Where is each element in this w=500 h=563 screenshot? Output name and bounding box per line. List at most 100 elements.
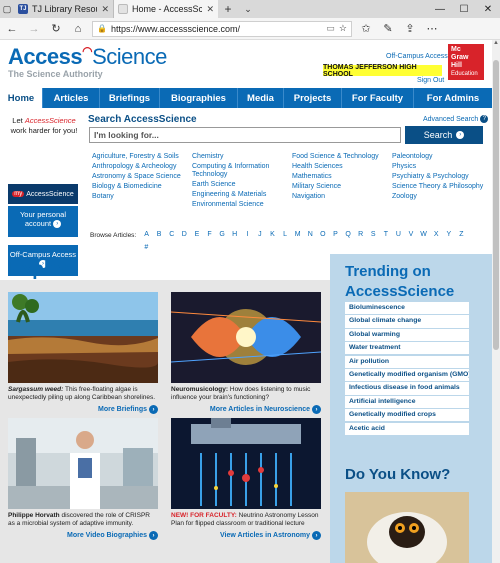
tab-list-chevron-icon[interactable]: ⌄ [238,0,258,18]
subject-link[interactable]: Environmental Science [192,201,292,209]
maximize-icon[interactable]: ☐ [452,0,476,18]
nav-briefings[interactable]: Briefings [100,88,160,108]
horvath-lab-image[interactable] [8,418,158,509]
subject-link[interactable]: Food Science & Technology [292,153,392,161]
scroll-up-icon[interactable]: ▲ [492,40,500,50]
back-icon[interactable]: ← [4,21,20,37]
accessscience-logo[interactable]: Access◠Science [8,44,167,70]
subject-link[interactable]: Mathematics [292,173,392,181]
subject-link[interactable]: Agriculture, Forestry & Soils [92,153,192,161]
personal-account-button[interactable]: Your personal account › [8,206,78,237]
browse-letter-n[interactable]: N [304,230,317,240]
home-icon[interactable]: ⌂ [70,21,86,37]
trending-item[interactable]: Global warming [345,328,469,343]
neuromusicology-image[interactable] [171,292,321,383]
browse-letter-c[interactable]: C [165,230,178,240]
subject-link[interactable]: Physics [392,163,490,171]
browse-letter-i[interactable]: I [241,230,254,240]
lemur-image[interactable] [345,492,469,563]
subject-link[interactable]: Health Sciences [292,163,392,171]
browse-letter-j[interactable]: J [254,230,267,240]
browse-letter-b[interactable]: B [153,230,166,240]
nav-home[interactable]: Home [0,88,43,108]
address-bar[interactable]: 🔒 https://www.accessscience.com/ ▭ ☆ [92,20,352,37]
close-tab-icon[interactable]: ✕ [206,4,214,15]
browse-letter-x[interactable]: X [430,230,443,240]
more-briefings-link[interactable]: More Briefings › [8,405,158,414]
browse-letter-q[interactable]: Q [342,230,355,240]
subject-link[interactable]: Astronomy & Space Science [92,173,192,181]
browse-letter-h[interactable]: H [228,230,241,240]
trending-item[interactable]: Infectious disease in food animals [345,382,469,396]
search-input[interactable] [89,127,401,143]
more-options-icon[interactable]: ⋯ [424,21,440,37]
subject-link[interactable]: Botany [92,193,192,201]
nav-media[interactable]: Media [238,88,284,108]
neutrino-observatory-image[interactable] [171,418,321,509]
advanced-search-link[interactable]: Advanced Search ? [423,115,489,123]
trending-item[interactable]: Genetically modified crops [345,409,469,423]
share-icon[interactable]: ⇪ [402,21,418,37]
url-text[interactable]: https://www.accessscience.com/ [111,24,322,34]
browse-letter-s[interactable]: S [367,230,380,240]
new-tab-button[interactable]: + [218,0,238,18]
trending-item[interactable]: Air pollution [345,355,469,369]
mcgraw-hill-logo[interactable]: Mc Graw Hill Education [448,44,484,80]
browse-letter-w[interactable]: W [417,230,430,240]
browse-letter-p[interactable]: P [329,230,342,240]
trending-item[interactable]: Acetic acid [345,422,469,436]
trending-item[interactable]: Water treatment [345,342,469,356]
help-icon[interactable]: ? [480,115,489,123]
subject-link[interactable]: Science Theory & Philosophy [392,183,490,191]
browse-letter-r[interactable]: R [354,230,367,240]
subject-link[interactable]: Chemistry [192,153,292,161]
trending-item[interactable]: Bioluminescence [345,302,469,316]
subject-link[interactable]: Anthropology & Archeology [92,163,192,171]
nav-biographies[interactable]: Biographies [160,88,238,108]
browser-tab-library[interactable]: TJ TJ Library Resources - Elour ✕ [14,0,114,18]
subject-link[interactable]: Engineering & Materials [192,191,292,199]
search-button[interactable]: Search › [405,126,483,144]
browse-letter-z[interactable]: Z [455,230,468,240]
vertical-scrollbar[interactable]: ▲ [492,40,500,563]
refresh-icon[interactable]: ↻ [48,21,64,37]
reading-view-icon[interactable]: ▭ [326,23,335,34]
nav-projects[interactable]: Projects [284,88,342,108]
browse-letter-m[interactable]: M [291,230,304,240]
nav-for-admins[interactable]: For Admins [414,88,492,108]
nav-articles[interactable]: Articles [43,88,100,108]
close-window-icon[interactable]: ✕ [476,0,500,18]
subject-link[interactable]: Earth Science [192,181,292,189]
subject-link[interactable]: Biology & Biomedicine [92,183,192,191]
scrollbar-thumb[interactable] [493,60,499,350]
browse-letter-a[interactable]: A [140,230,153,240]
forward-icon[interactable]: → [26,21,42,37]
trending-item[interactable]: Genetically modified organism (GMO) [345,368,469,383]
tab-actions-icon[interactable]: ▢ [0,0,14,18]
offcampus-access-link[interactable]: Off-Campus Access [386,53,448,60]
browse-letter-o[interactable]: O [317,230,330,240]
browse-letter-t[interactable]: T [380,230,393,240]
more-video-biographies-link[interactable]: More Video Biographies › [8,531,158,540]
subject-link[interactable]: Computing & Information Technology [192,163,276,179]
subject-link[interactable]: Military Science [292,183,392,191]
minimize-icon[interactable]: — [428,0,452,18]
view-astronomy-link[interactable]: View Articles in Astronomy › [171,531,321,540]
browse-letter-k[interactable]: K [266,230,279,240]
subject-link[interactable]: Zoology [392,193,490,201]
reading-list-icon[interactable]: ✎ [380,21,396,37]
nav-for-faculty[interactable]: For Faculty [342,88,414,108]
trending-item[interactable]: Artificial intelligence [345,395,469,410]
browse-letter-y[interactable]: Y [443,230,456,240]
trending-item[interactable]: Global climate change [345,315,469,329]
subject-link[interactable]: Psychiatry & Psychology [392,173,490,181]
browse-letter-l[interactable]: L [279,230,292,240]
close-tab-icon[interactable]: ✕ [101,4,109,15]
favorite-star-icon[interactable]: ☆ [339,23,347,34]
subject-link[interactable]: Paleontology [392,153,490,161]
browse-letter-d[interactable]: D [178,230,191,240]
browse-letter-v[interactable]: V [405,230,418,240]
browse-letter-u[interactable]: U [392,230,405,240]
browser-tab-accessscience[interactable]: Home - AccessScience from ✕ [114,0,218,18]
favorites-icon[interactable]: ✩ [358,21,374,37]
